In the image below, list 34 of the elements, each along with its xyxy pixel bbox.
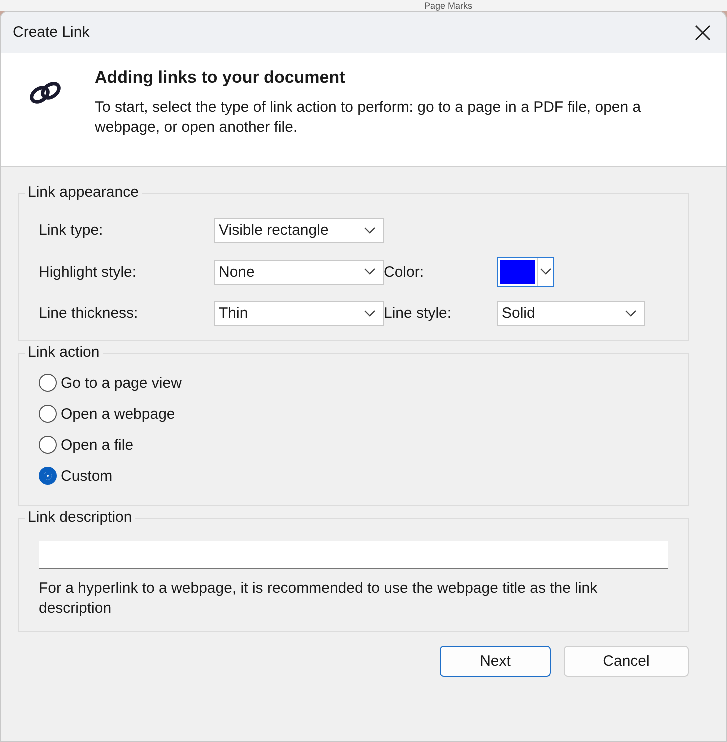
chevron-down-icon [364,226,376,234]
radio-label[interactable]: Open a webpage [61,406,176,422]
highlight-style-dropdown[interactable]: None [214,260,384,284]
chevron-down-icon [540,268,552,276]
field-label: Line thickness: [39,305,140,322]
group-legend: Link appearance [25,184,142,202]
header-title: Adding links to your document [95,68,346,88]
color-picker[interactable] [497,257,554,287]
link-description-field[interactable] [39,541,668,569]
background-heading: Page Marks [424,1,473,11]
radio-button[interactable] [39,467,57,485]
field-label: Line style: [384,305,453,322]
next-button[interactable]: Next [440,646,551,677]
group-legend: Link description [25,509,136,527]
window-title: Create Link [13,24,90,41]
radio-label[interactable]: Custom [61,468,113,484]
hint-text: For a hyperlink to a webpage, it is recommended to use the webpage title as the link description [39,579,599,619]
radio-label[interactable]: Open a file [61,436,134,454]
radio-label[interactable]: Go to a page view [61,374,182,392]
field-label: Color: [384,264,426,280]
chevron-down-icon [364,268,376,276]
header-description: To start, select the type of link action to perform: go to a page in a PDF file, open a webpage, or open another file. [95,98,642,138]
chevron-down-icon [364,310,376,318]
chevron-down-icon [625,310,637,318]
link-type-dropdown[interactable]: Visible rectangle [214,218,384,243]
radio-button[interactable] [39,436,57,454]
radio-button[interactable] [39,405,57,423]
cancel-button[interactable]: Cancel [564,646,689,677]
field-label: Highlight style: [39,264,138,280]
close-icon [694,24,712,42]
field-label: Link type: [39,222,104,239]
line-thickness-dropdown[interactable]: Thin [214,301,384,326]
radio-button[interactable] [39,374,57,392]
line-style-dropdown[interactable]: Solid [497,301,645,326]
